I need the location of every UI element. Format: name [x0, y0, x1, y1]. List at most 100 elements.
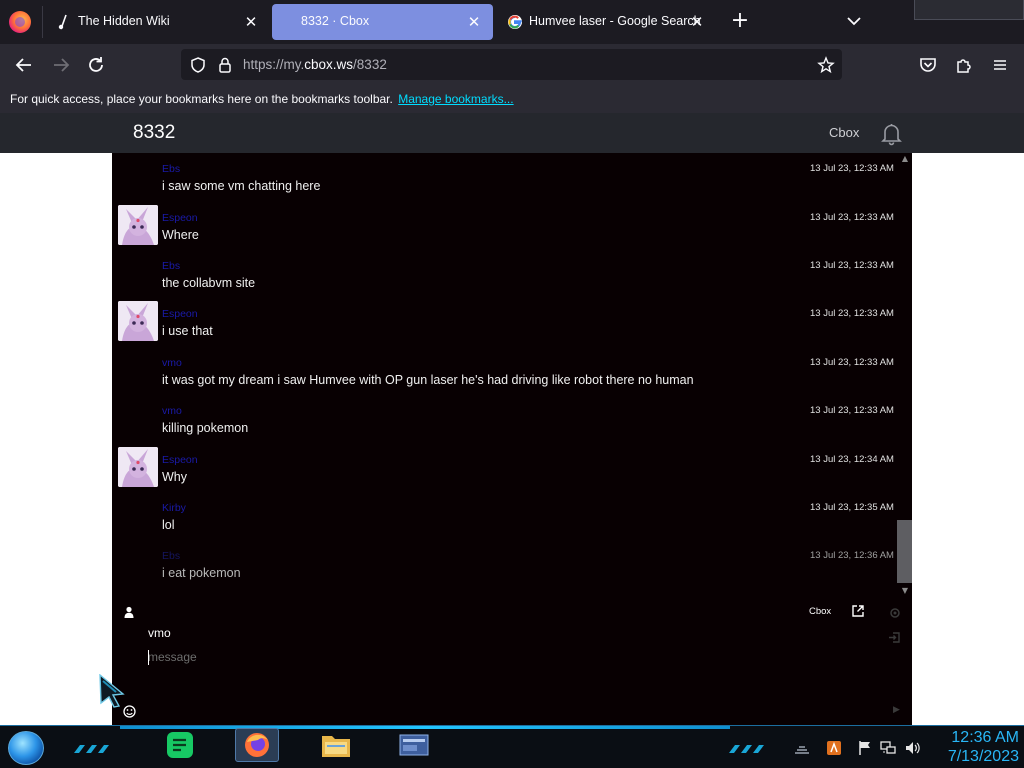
message-text: i saw some vm chatting here	[162, 179, 321, 193]
message-author[interactable]: Ebs	[162, 550, 180, 562]
text-caret	[148, 650, 149, 665]
taskbar-notes-app[interactable]	[158, 728, 202, 762]
message-author[interactable]: vmo	[162, 405, 182, 417]
google-favicon	[507, 14, 523, 30]
message-text: the collabvm site	[162, 276, 256, 290]
bell-icon[interactable]	[879, 121, 904, 146]
taskbar-file-explorer[interactable]	[314, 728, 358, 762]
message-timestamp: 13 Jul 23, 12:33 AM	[810, 357, 894, 368]
message-author[interactable]: Espeon	[162, 454, 198, 466]
message-item: Kirby lol 13 Jul 23, 12:35 AM	[112, 492, 897, 540]
cbox-header: 8332 Cbox	[0, 113, 1024, 153]
message-timestamp: 13 Jul 23, 12:36 AM	[810, 550, 894, 561]
form-toolbar: Cbox	[112, 598, 912, 623]
new-tab-button[interactable]: +	[730, 10, 750, 32]
message-timestamp: 13 Jul 23, 12:33 AM	[810, 163, 894, 174]
volume-icon[interactable]	[904, 740, 920, 756]
scroll-down-arrow-icon[interactable]: ▼	[901, 587, 909, 595]
taskbar: 12:36 AM 7/13/2023	[0, 725, 1024, 768]
navigation-toolbar: https://my.cbox.ws/8332	[0, 44, 1024, 86]
espeon-avatar	[118, 205, 158, 245]
address-bar[interactable]: https://my.cbox.ws/8332	[181, 49, 842, 80]
logout-icon[interactable]	[888, 629, 901, 643]
tab-cbox[interactable]: 8332 · Cbox ✕	[272, 4, 493, 40]
close-tab-icon[interactable]: ✕	[242, 13, 260, 31]
chat-panel: Ebs i saw some vm chatting here 13 Jul 2…	[112, 153, 912, 725]
message-item: Ebs i eat pokemon 13 Jul 23, 12:36 AM	[112, 540, 897, 588]
message-list[interactable]: Ebs i saw some vm chatting here 13 Jul 2…	[112, 153, 897, 598]
message-timestamp: 13 Jul 23, 12:33 AM	[810, 405, 894, 416]
forward-arrow-icon[interactable]	[50, 54, 72, 76]
reload-icon[interactable]	[85, 54, 107, 76]
network-icon[interactable]	[880, 740, 896, 756]
taskbar-firefox[interactable]	[235, 728, 279, 762]
message-timestamp: 13 Jul 23, 12:34 AM	[810, 454, 894, 465]
scrollbar-thumb[interactable]	[897, 520, 912, 583]
bookmarks-toolbar: For quick access, place your bookmarks h…	[0, 86, 1024, 113]
network-stack-icon[interactable]	[794, 740, 810, 756]
window-controls-area	[914, 0, 1024, 20]
message-text: lol	[162, 518, 175, 532]
url-domain: cbox.ws	[304, 57, 354, 72]
taskbar-window-manager[interactable]	[392, 728, 436, 762]
message-text: i eat pokemon	[162, 566, 241, 580]
page-title: 8332	[133, 122, 176, 143]
mouse-cursor-icon	[99, 673, 127, 708]
message-author[interactable]: Ebs	[162, 163, 180, 175]
tab-title: The Hidden Wiki	[78, 14, 170, 28]
cbox-form-brand-link[interactable]: Cbox	[809, 606, 831, 617]
message-author[interactable]: Espeon	[162, 308, 198, 320]
bookmark-star-icon[interactable]	[817, 56, 835, 74]
message-input[interactable]	[148, 648, 888, 666]
taskbar-decoration	[727, 739, 771, 753]
popout-icon[interactable]	[851, 603, 865, 617]
lock-icon[interactable]	[216, 56, 234, 74]
tab-title: 8332 · Cbox	[301, 14, 370, 28]
clock-time: 12:36 AM	[951, 729, 1019, 746]
espeon-avatar	[118, 301, 158, 341]
app-tray-icon[interactable]	[826, 740, 842, 756]
message-timestamp: 13 Jul 23, 12:33 AM	[810, 212, 894, 223]
flag-icon[interactable]	[857, 740, 873, 756]
username-field[interactable]: vmo	[148, 626, 848, 644]
message-text: Why	[162, 470, 187, 484]
manage-bookmarks-link[interactable]: Manage bookmarks...	[398, 92, 513, 106]
message-item: vmo it was got my dream i saw Humvee wit…	[112, 347, 897, 395]
message-text: i use that	[162, 324, 213, 338]
pocket-icon[interactable]	[917, 54, 939, 76]
message-item: Espeon Where 13 Jul 23, 12:33 AM	[112, 202, 897, 250]
tab-hidden-wiki[interactable]: The Hidden Wiki ✕	[44, 4, 270, 40]
back-arrow-icon[interactable]	[13, 54, 35, 76]
message-item: Ebs i saw some vm chatting here 13 Jul 2…	[112, 153, 897, 201]
list-all-tabs-icon[interactable]	[845, 12, 863, 30]
start-button[interactable]	[8, 731, 44, 765]
send-arrow-icon[interactable]: ▶	[893, 705, 900, 715]
hamburger-menu-icon[interactable]	[989, 54, 1011, 76]
message-text: Where	[162, 228, 199, 242]
shield-icon[interactable]	[189, 56, 207, 74]
message-text: it was got my dream i saw Humvee with OP…	[162, 373, 694, 387]
close-tab-icon[interactable]: ✕	[465, 13, 483, 31]
tab-google-search[interactable]: Humvee laser - Google Search ✕	[495, 4, 716, 40]
message-scrollbar[interactable]: ▲ ▼	[897, 153, 912, 598]
settings-gear-icon[interactable]	[889, 604, 901, 618]
message-author[interactable]: Kirby	[162, 502, 186, 514]
message-author[interactable]: Espeon	[162, 212, 198, 224]
firefox-menu-icon[interactable]	[9, 11, 31, 33]
bookmarks-hint-text: For quick access, place your bookmarks h…	[10, 92, 393, 106]
message-item: Espeon Why 13 Jul 23, 12:34 AM	[112, 444, 897, 492]
cbox-brand-link[interactable]: Cbox	[829, 125, 859, 140]
message-timestamp: 13 Jul 23, 12:33 AM	[810, 308, 894, 319]
message-author[interactable]: vmo	[162, 357, 182, 369]
url-text[interactable]: https://my.cbox.ws/8332	[243, 57, 387, 72]
espeon-avatar	[118, 447, 158, 487]
extensions-puzzle-icon[interactable]	[953, 54, 975, 76]
close-tab-icon[interactable]: ✕	[688, 13, 706, 31]
message-author[interactable]: Ebs	[162, 260, 180, 272]
scroll-up-arrow-icon[interactable]: ▲	[901, 155, 909, 163]
bookmarks-hint: For quick access, place your bookmarks h…	[10, 92, 514, 106]
taskbar-clock[interactable]: 12:36 AM 7/13/2023	[933, 728, 1019, 766]
message-item: vmo killing pokemon 13 Jul 23, 12:33 AM	[112, 395, 897, 443]
message-item: Espeon i use that 13 Jul 23, 12:33 AM	[112, 298, 897, 346]
user-icon[interactable]	[123, 603, 135, 618]
